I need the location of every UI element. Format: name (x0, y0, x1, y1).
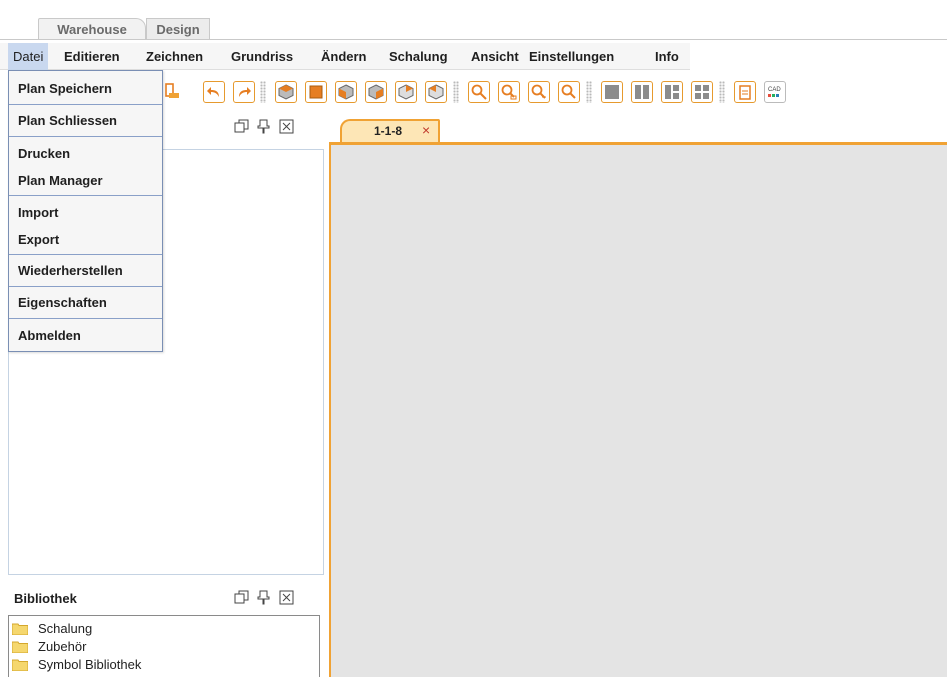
menu-item-wiederherstellen[interactable]: Wiederherstellen (9, 257, 162, 284)
folder-icon (12, 623, 28, 635)
document-tab[interactable]: 1-1-8 × (340, 119, 440, 143)
app-tab-strip: Warehouse Design (0, 0, 947, 40)
view-3d-back-right-icon[interactable] (425, 81, 447, 103)
tab-warehouse[interactable]: Warehouse (38, 18, 146, 40)
zoom-window-icon[interactable] (498, 81, 520, 103)
redo-icon[interactable] (233, 81, 255, 103)
menu-separator (9, 195, 162, 196)
pin-panel-icon[interactable] (256, 590, 271, 605)
menu-schalung[interactable]: Schalung (384, 43, 453, 70)
menu-info[interactable]: Info (650, 43, 684, 70)
zoom-out-icon[interactable] (558, 81, 580, 103)
menu-separator (9, 318, 162, 319)
clipboard-icon[interactable] (734, 81, 756, 103)
toolbar-separator (453, 81, 459, 103)
menu-datei[interactable]: Datei (8, 43, 49, 70)
layout-quad-icon[interactable] (691, 81, 713, 103)
menu-separator (9, 254, 162, 255)
document-tab-label: 1-1-8 (374, 124, 403, 138)
menu-editieren[interactable]: Editieren (59, 43, 125, 70)
library-item-label: Symbol Bibliothek (38, 657, 142, 672)
main-toolbar: CAD (163, 73, 947, 113)
drawing-canvas[interactable] (329, 142, 947, 677)
toolbar-separator (719, 81, 725, 103)
layout-split-vertical-icon[interactable] (631, 81, 653, 103)
toolbar-separator (586, 81, 592, 103)
library-title: Bibliothek (14, 591, 77, 606)
datei-dropdown-menu: Plan Speichern Plan Schliessen Drucken P… (8, 70, 163, 352)
menu-item-plan-schliessen[interactable]: Plan Schliessen (9, 107, 162, 134)
float-panel-icon[interactable] (234, 119, 249, 134)
layout-three-icon[interactable] (661, 81, 683, 103)
zoom-icon[interactable] (468, 81, 490, 103)
menu-item-plan-speichern[interactable]: Plan Speichern (9, 75, 162, 102)
menu-zeichnen[interactable]: Zeichnen (141, 43, 208, 70)
library-panel-header: Bibliothek (6, 584, 324, 612)
menu-grundriss[interactable]: Grundriss (226, 43, 298, 70)
toolbar-separator (260, 81, 266, 103)
view-3d-left-icon[interactable] (335, 81, 357, 103)
save-icon[interactable] (163, 81, 185, 103)
tab-design[interactable]: Design (146, 18, 210, 40)
menu-item-eigenschaften[interactable]: Eigenschaften (9, 289, 162, 316)
menu-item-export[interactable]: Export (9, 226, 162, 253)
close-panel-icon[interactable] (279, 590, 294, 605)
menu-item-plan-manager[interactable]: Plan Manager (9, 167, 162, 194)
library-tree: Schalung Zubehör Symbol Bibliothek (8, 615, 320, 677)
pin-panel-icon[interactable] (256, 119, 271, 134)
tab-strip-divider (0, 39, 947, 40)
close-panel-icon[interactable] (279, 119, 294, 134)
menu-item-abmelden[interactable]: Abmelden (9, 322, 162, 349)
layout-single-icon[interactable] (601, 81, 623, 103)
folder-icon (12, 659, 28, 671)
menu-ansicht[interactable]: Ansicht (466, 43, 524, 70)
float-panel-icon[interactable] (234, 590, 249, 605)
menu-separator (9, 104, 162, 105)
library-item-label: Schalung (38, 621, 93, 636)
view-3d-iso-icon[interactable] (275, 81, 297, 103)
menu-aendern[interactable]: Ändern (316, 43, 372, 70)
menu-item-drucken[interactable]: Drucken (9, 140, 162, 167)
undo-icon[interactable] (203, 81, 225, 103)
view-3d-right-icon[interactable] (365, 81, 387, 103)
svg-text:CAD: CAD (768, 87, 781, 93)
zoom-in-icon[interactable] (528, 81, 550, 103)
menu-separator (9, 286, 162, 287)
cad-icon[interactable]: CAD (764, 81, 786, 103)
menu-item-import[interactable]: Import (9, 199, 162, 226)
close-icon[interactable]: × (422, 122, 430, 138)
view-front-icon[interactable] (305, 81, 327, 103)
menu-einstellungen[interactable]: Einstellungen (524, 43, 619, 70)
view-3d-back-left-icon[interactable] (395, 81, 417, 103)
menu-separator (9, 136, 162, 137)
folder-icon (12, 641, 28, 653)
menubar: Datei Editieren Zeichnen Grundriss Änder… (0, 43, 690, 70)
library-item-label: Zubehör (38, 639, 87, 654)
